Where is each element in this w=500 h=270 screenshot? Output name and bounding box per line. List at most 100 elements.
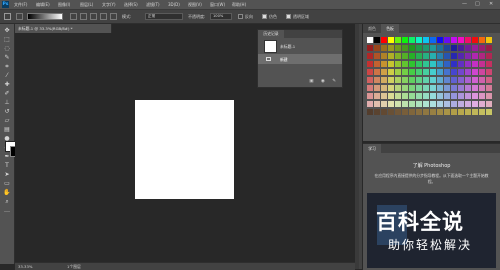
color-swatch[interactable] bbox=[374, 61, 380, 67]
color-swatch[interactable] bbox=[395, 101, 401, 107]
color-swatch[interactable] bbox=[479, 53, 485, 59]
color-swatch[interactable] bbox=[430, 85, 436, 91]
color-swatch[interactable] bbox=[381, 93, 387, 99]
gradient-tool-icon[interactable] bbox=[4, 13, 11, 20]
color-swatch[interactable] bbox=[388, 85, 394, 91]
color-swatch[interactable] bbox=[451, 93, 457, 99]
color-swatch[interactable] bbox=[423, 77, 429, 83]
color-swatch[interactable] bbox=[388, 45, 394, 51]
more-tools-icon[interactable]: … bbox=[2, 206, 12, 215]
color-swatch[interactable] bbox=[479, 101, 485, 107]
color-swatch[interactable] bbox=[374, 109, 380, 115]
color-swatch[interactable] bbox=[458, 45, 464, 51]
color-swatch[interactable] bbox=[374, 93, 380, 99]
color-swatch[interactable] bbox=[458, 77, 464, 83]
color-swatch[interactable] bbox=[479, 61, 485, 67]
color-swatch[interactable] bbox=[430, 109, 436, 115]
color-swatch[interactable] bbox=[444, 45, 450, 51]
color-swatch[interactable] bbox=[472, 77, 478, 83]
color-swatch[interactable] bbox=[444, 53, 450, 59]
color-swatch[interactable] bbox=[416, 69, 422, 75]
color-swatch[interactable] bbox=[374, 69, 380, 75]
linear-gradient-icon[interactable] bbox=[70, 13, 77, 20]
color-swatch[interactable] bbox=[402, 85, 408, 91]
color-swatch[interactable] bbox=[430, 53, 436, 59]
color-swatch[interactable] bbox=[437, 77, 443, 83]
color-swatch[interactable] bbox=[367, 61, 373, 67]
eraser-tool-icon[interactable]: ▱ bbox=[2, 116, 12, 125]
color-swatch[interactable] bbox=[458, 61, 464, 67]
snapshot-name[interactable]: 未标题-1 bbox=[280, 44, 295, 50]
color-swatch[interactable] bbox=[402, 77, 408, 83]
color-swatch[interactable] bbox=[395, 61, 401, 67]
color-swatch[interactable] bbox=[367, 45, 373, 51]
color-swatch[interactable] bbox=[479, 93, 485, 99]
color-swatch[interactable] bbox=[486, 93, 492, 99]
angle-gradient-icon[interactable] bbox=[90, 13, 97, 20]
color-swatch[interactable] bbox=[472, 45, 478, 51]
color-swatch[interactable] bbox=[430, 93, 436, 99]
color-swatch[interactable] bbox=[388, 69, 394, 75]
tab-swatches[interactable]: 色板 bbox=[381, 24, 399, 33]
color-swatch[interactable] bbox=[423, 69, 429, 75]
color-swatch[interactable] bbox=[486, 53, 492, 59]
shape-tool-icon[interactable]: ▭ bbox=[2, 179, 12, 188]
tab-learn[interactable]: 学习 bbox=[363, 144, 381, 153]
type-tool-icon[interactable]: T bbox=[2, 161, 12, 170]
color-swatch[interactable] bbox=[451, 37, 457, 43]
color-swatch[interactable] bbox=[444, 109, 450, 115]
color-swatch[interactable] bbox=[388, 101, 394, 107]
color-swatch[interactable] bbox=[374, 45, 380, 51]
reverse-checkbox[interactable] bbox=[238, 14, 243, 19]
color-swatch[interactable] bbox=[458, 37, 464, 43]
color-swatch[interactable] bbox=[381, 37, 387, 43]
color-swatch[interactable] bbox=[423, 45, 429, 51]
color-swatch[interactable] bbox=[451, 101, 457, 107]
color-swatch[interactable] bbox=[381, 61, 387, 67]
color-swatch[interactable] bbox=[458, 101, 464, 107]
color-swatch[interactable] bbox=[437, 101, 443, 107]
color-swatch[interactable] bbox=[486, 101, 492, 107]
color-swatch[interactable] bbox=[402, 109, 408, 115]
color-swatch[interactable] bbox=[388, 109, 394, 115]
color-swatch[interactable] bbox=[416, 77, 422, 83]
color-swatch[interactable] bbox=[423, 109, 429, 115]
gradient-picker[interactable] bbox=[27, 13, 63, 20]
color-swatch[interactable] bbox=[472, 69, 478, 75]
color-swatch[interactable] bbox=[395, 85, 401, 91]
color-swatch[interactable] bbox=[423, 53, 429, 59]
dither-checkbox[interactable] bbox=[262, 14, 267, 19]
color-swatch[interactable] bbox=[437, 93, 443, 99]
color-swatch[interactable] bbox=[465, 45, 471, 51]
menu-select[interactable]: 选择(S) bbox=[124, 2, 138, 8]
color-swatch[interactable] bbox=[374, 53, 380, 59]
color-swatch[interactable] bbox=[458, 53, 464, 59]
radial-gradient-icon[interactable] bbox=[80, 13, 87, 20]
color-swatch[interactable] bbox=[367, 69, 373, 75]
color-swatch[interactable] bbox=[437, 45, 443, 51]
color-swatch[interactable] bbox=[381, 53, 387, 59]
color-swatch[interactable] bbox=[409, 77, 415, 83]
eyedropper-tool-icon[interactable]: ⁄ bbox=[2, 71, 12, 80]
color-swatch[interactable] bbox=[409, 37, 415, 43]
color-swatch[interactable] bbox=[423, 85, 429, 91]
color-swatch[interactable] bbox=[402, 53, 408, 59]
reflected-gradient-icon[interactable] bbox=[100, 13, 107, 20]
color-swatch[interactable] bbox=[416, 45, 422, 51]
color-swatch[interactable] bbox=[430, 37, 436, 43]
color-swatch[interactable] bbox=[381, 109, 387, 115]
color-swatch[interactable] bbox=[395, 77, 401, 83]
history-state-new[interactable]: 新建 bbox=[258, 54, 342, 64]
color-swatch[interactable] bbox=[451, 45, 457, 51]
color-swatch[interactable] bbox=[402, 61, 408, 67]
color-swatch[interactable] bbox=[381, 45, 387, 51]
color-swatch[interactable] bbox=[423, 61, 429, 67]
color-swatch[interactable] bbox=[381, 85, 387, 91]
quick-select-tool-icon[interactable]: ✎ bbox=[2, 53, 12, 62]
color-swatch[interactable] bbox=[381, 101, 387, 107]
color-swatch[interactable] bbox=[486, 61, 492, 67]
color-swatch[interactable] bbox=[388, 61, 394, 67]
color-swatch[interactable] bbox=[486, 85, 492, 91]
color-swatch[interactable] bbox=[472, 101, 478, 107]
color-swatch[interactable] bbox=[437, 53, 443, 59]
